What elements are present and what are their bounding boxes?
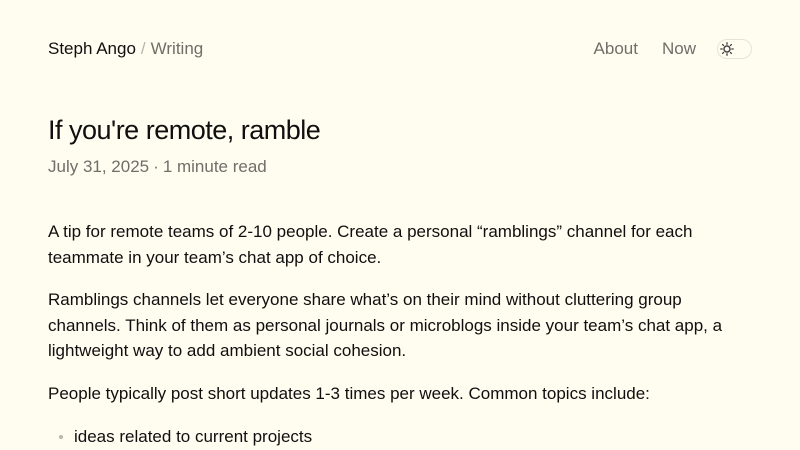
sun-icon <box>719 41 735 57</box>
paragraph: People typically post short updates 1-3 … <box>48 383 650 403</box>
nav-about-link[interactable]: About <box>594 36 638 62</box>
theme-toggle[interactable] <box>717 39 752 59</box>
article-meta: July 31, 2025 · 1 minute read <box>48 156 267 178</box>
site-header: Steph Ango / Writing About Now <box>48 36 752 62</box>
article-body: A tip for remote teams of 2-10 people. C… <box>48 219 738 450</box>
page: Steph Ango / Writing About Now If you're… <box>0 0 800 450</box>
article-date: July 31, 2025 <box>48 157 150 176</box>
list-item-text: ideas related to current projects <box>74 427 313 447</box>
read-time: 1 minute read <box>162 157 267 176</box>
paragraph: A tip for remote teams of 2-10 people. C… <box>48 222 693 267</box>
list-item: ideas related to current projects <box>48 424 738 450</box>
nav-now-link[interactable]: Now <box>662 36 696 62</box>
topics-list: ideas related to current projects <box>48 424 738 450</box>
writing-link[interactable]: Writing <box>151 36 204 62</box>
top-nav: About Now <box>594 36 752 62</box>
meta-separator: · <box>153 157 159 176</box>
bullet-icon <box>59 435 63 440</box>
paragraph: Ramblings channels let everyone share wh… <box>48 289 723 361</box>
article-title: If you're remote, ramble <box>48 115 321 145</box>
site-name-link[interactable]: Steph Ango <box>48 36 136 62</box>
breadcrumb-separator: / <box>140 39 146 58</box>
breadcrumb: Steph Ango / Writing <box>48 36 203 62</box>
